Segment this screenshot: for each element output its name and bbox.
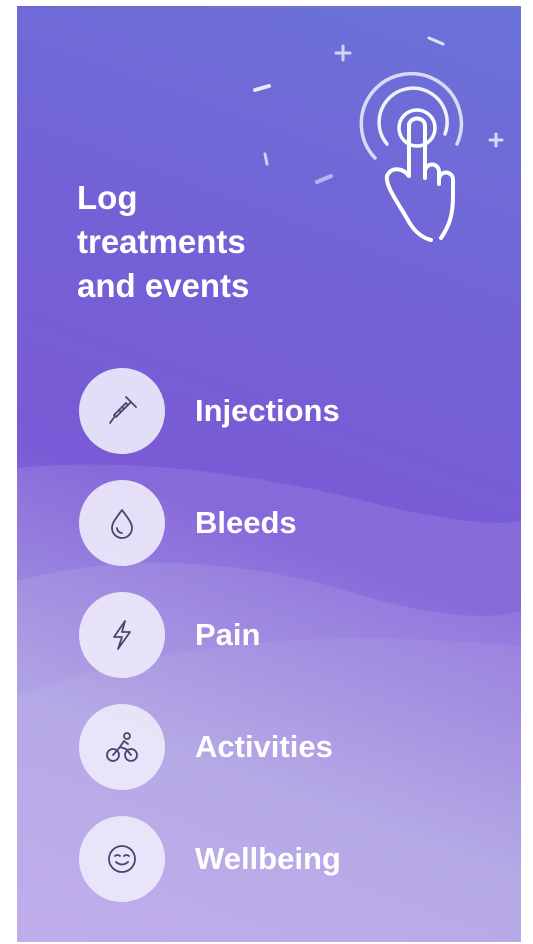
page-title: Log treatments and events (77, 176, 357, 308)
category-label-wellbeing: Wellbeing (195, 841, 341, 876)
category-injections[interactable]: Injections (79, 368, 499, 454)
title-line-1: Log (77, 179, 138, 216)
category-label-injections: Injections (195, 393, 340, 428)
category-bleeds[interactable]: Bleeds (79, 480, 499, 566)
category-label-pain: Pain (195, 617, 261, 652)
category-label-bleeds: Bleeds (195, 505, 297, 540)
syringe-icon (79, 368, 165, 454)
lightning-icon (79, 592, 165, 678)
onboarding-screen: Log treatments and events Injections Ble… (17, 6, 521, 942)
category-wellbeing[interactable]: Wellbeing (79, 816, 499, 902)
title-line-2: treatments (77, 223, 246, 260)
cyclist-icon (79, 704, 165, 790)
smiley-icon (79, 816, 165, 902)
category-pain[interactable]: Pain (79, 592, 499, 678)
event-category-list: Injections Bleeds Pain Activities Wellbe… (79, 368, 499, 928)
category-label-activities: Activities (195, 729, 333, 764)
title-line-3: and events (77, 267, 250, 304)
category-activities[interactable]: Activities (79, 704, 499, 790)
drop-icon (79, 480, 165, 566)
